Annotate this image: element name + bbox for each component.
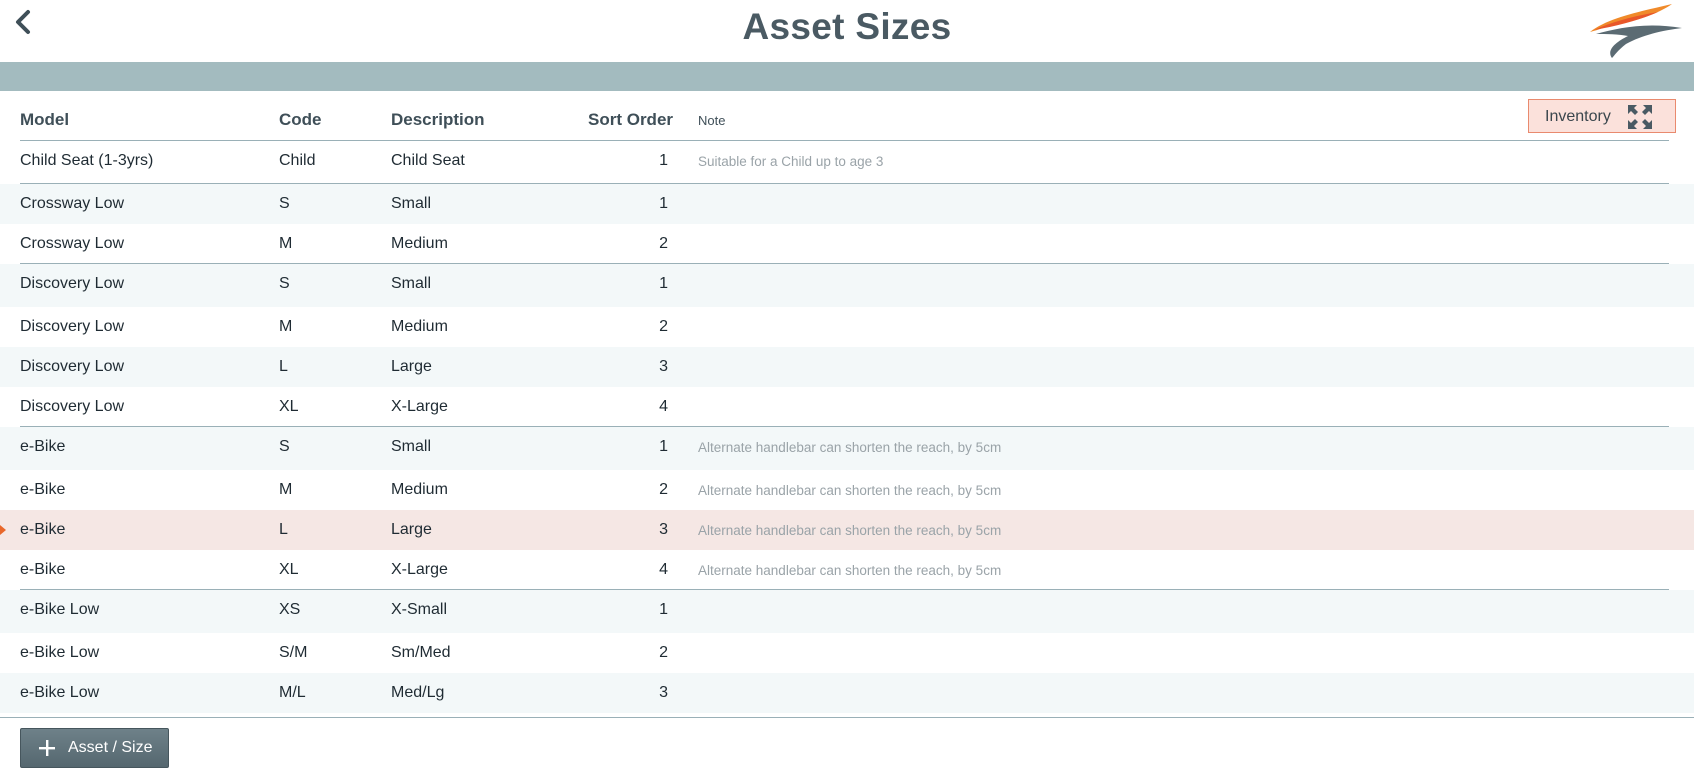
table-row[interactable]: e-Bike Low XS X-Small 1 [0, 590, 1694, 633]
row-model: e-Bike Low [20, 601, 100, 618]
row-description: Medium [391, 318, 448, 335]
page-title: Asset Sizes [742, 6, 952, 47]
add-button-label: Asset / Size [68, 739, 153, 756]
row-note: Alternate handlebar can shorten the reac… [698, 440, 1002, 455]
table-row[interactable]: e-Bike XL X-Large 4 Alternate handlebar can … [0, 550, 1694, 590]
asset-sizes-table: Model Code Description Sort Order Note C… [0, 91, 1694, 713]
row-sort-order: 3 [659, 684, 668, 701]
table-row[interactable]: Crossway Low S Small 1 [0, 184, 1694, 224]
swoosh-logo [1588, 0, 1684, 62]
row-model: Crossway Low [20, 235, 125, 252]
row-code: XL [279, 398, 299, 415]
row-description: Small [391, 438, 432, 455]
row-sort-order: 3 [659, 521, 668, 538]
row-model: Discovery Low [20, 318, 125, 335]
row-description: Large [391, 358, 432, 375]
row-description: Medium [391, 481, 448, 498]
row-model: e-Bike [20, 561, 66, 578]
row-sort-order: 3 [659, 358, 668, 375]
row-description: X-Large [391, 398, 448, 415]
row-code: S/M [279, 644, 308, 661]
row-model: e-Bike [20, 481, 66, 498]
row-model: Crossway Low [20, 195, 125, 212]
row-code: Child [279, 152, 316, 169]
row-model: Child Seat (1-3yrs) [20, 152, 154, 169]
row-description: Large [391, 521, 432, 538]
row-code: XL [279, 561, 299, 578]
row-sort-order: 2 [659, 318, 668, 335]
table-row[interactable]: e-Bike Low S/M Sm/Med 2 [0, 633, 1694, 673]
toolbar-band [0, 62, 1694, 91]
row-note: Alternate handlebar can shorten the reac… [698, 523, 1002, 538]
column-header-sort-order[interactable]: Sort Order [588, 110, 673, 130]
row-code: S [279, 275, 290, 292]
row-description: Child Seat [391, 152, 465, 169]
row-sort-order: 1 [659, 438, 668, 455]
table-row[interactable]: e-Bike L Large 3 Alternate handlebar can sho… [0, 510, 1694, 550]
plus-icon [39, 740, 55, 756]
top-bar: Asset Sizes [0, 0, 1694, 62]
row-note: Suitable for a Child up to age 3 [698, 154, 884, 169]
column-header-description[interactable]: Description [391, 110, 485, 130]
row-sort-order: 2 [659, 235, 668, 252]
row-sort-order: 1 [659, 601, 668, 618]
table-body: Child Seat (1-3yrs) Child Child Seat 1 Suita… [0, 141, 1694, 713]
row-model: Discovery Low [20, 398, 125, 415]
column-header-note[interactable]: Note [698, 113, 725, 128]
row-note: Alternate handlebar can shorten the reac… [698, 483, 1002, 498]
table-row[interactable]: Crossway Low M Medium 2 [0, 224, 1694, 264]
row-description: Small [391, 275, 432, 292]
row-model: e-Bike [20, 438, 66, 455]
row-code: XS [279, 601, 301, 618]
row-description: Med/Lg [391, 684, 445, 701]
selected-row-marker [0, 525, 6, 535]
row-model: e-Bike Low [20, 644, 100, 661]
row-code: S [279, 195, 290, 212]
table-row[interactable]: Discovery Low XL X-Large 4 [0, 387, 1694, 427]
column-header-code[interactable]: Code [279, 110, 322, 130]
table-row[interactable]: Child Seat (1-3yrs) Child Child Seat 1 Suita… [0, 141, 1694, 184]
row-code: M [279, 235, 293, 252]
row-note: Alternate handlebar can shorten the reac… [698, 563, 1002, 578]
row-code: L [279, 358, 288, 375]
row-code: S [279, 438, 290, 455]
row-description: Sm/Med [391, 644, 451, 661]
row-description: X-Large [391, 561, 448, 578]
row-model: e-Bike Low [20, 684, 100, 701]
row-sort-order: 2 [659, 481, 668, 498]
row-description: X-Small [391, 601, 448, 618]
row-code: M [279, 481, 293, 498]
table-row[interactable]: e-Bike S Small 1 Alternate handlebar can sho… [0, 427, 1694, 470]
row-model: Discovery Low [20, 358, 125, 375]
row-sort-order: 4 [659, 561, 668, 578]
table-header: Model Code Description Sort Order Note [20, 91, 1669, 141]
table-row[interactable]: e-Bike Low M/L Med/Lg 3 [0, 673, 1694, 713]
row-model: Discovery Low [20, 275, 125, 292]
row-code: M/L [279, 684, 306, 701]
table-row[interactable]: e-Bike M Medium 2 Alternate handlebar can sh… [0, 470, 1694, 510]
row-model: e-Bike [20, 521, 66, 538]
column-header-model[interactable]: Model [20, 110, 69, 130]
row-description: Medium [391, 235, 448, 252]
table-row[interactable]: Discovery Low M Medium 2 [0, 307, 1694, 347]
row-sort-order: 1 [659, 275, 668, 292]
row-sort-order: 2 [659, 644, 668, 661]
row-sort-order: 4 [659, 398, 668, 415]
table-row[interactable]: Discovery Low L Large 3 [0, 347, 1694, 387]
row-code: M [279, 318, 293, 335]
row-sort-order: 1 [659, 195, 668, 212]
table-row[interactable]: Discovery Low S Small 1 [0, 264, 1694, 307]
row-sort-order: 1 [659, 152, 668, 169]
row-description: Small [391, 195, 432, 212]
row-code: L [279, 521, 288, 538]
add-asset-size-button[interactable]: Asset / Size [20, 728, 169, 768]
footer-divider [0, 717, 1694, 718]
